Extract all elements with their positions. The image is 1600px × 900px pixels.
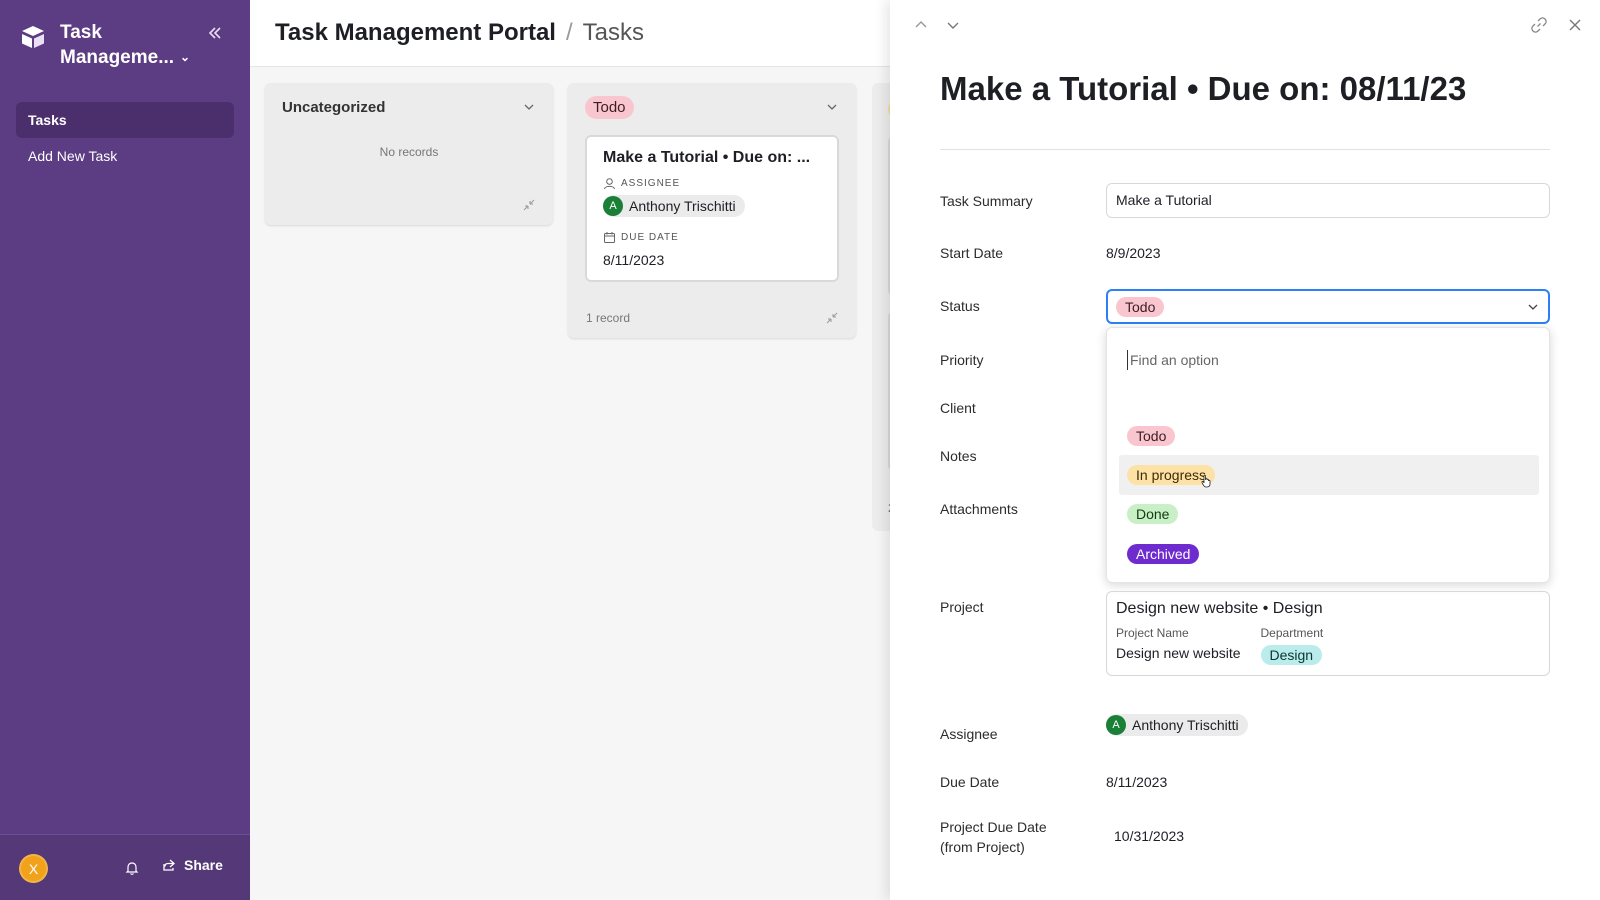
option-pill: Todo — [1127, 426, 1176, 446]
chevron-down-icon[interactable] — [826, 101, 838, 113]
record-count: 1 record — [586, 311, 631, 325]
app-logo-icon — [22, 26, 44, 48]
assignee-chip[interactable]: A Anthony Trischitti — [1106, 714, 1248, 736]
card-title: Make a Tutorial • Due on: ... — [603, 149, 811, 166]
share-icon — [163, 859, 175, 871]
project-title: Design new website • Design — [1116, 600, 1323, 617]
status-selected-pill: Todo — [1116, 296, 1165, 317]
app-name-line1: Task — [60, 22, 102, 43]
record-title: Make a Tutorial • Due on: 08/11/23 — [940, 70, 1467, 107]
assignee-chip: A Anthony Trischitti — [603, 195, 745, 217]
chevron-down-icon[interactable] — [523, 101, 535, 113]
divider — [940, 149, 1550, 150]
column-header: Todo — [568, 83, 856, 131]
option-search-input[interactable] — [1127, 350, 1527, 370]
share-button[interactable]: Share — [162, 857, 223, 873]
user-avatar[interactable]: X — [19, 854, 48, 883]
option-done[interactable]: Done — [1119, 494, 1539, 534]
option-in-progress[interactable]: In progress — [1119, 455, 1539, 495]
assignee-avatar: A — [603, 196, 623, 216]
due-date-label-text: DUE DATE — [621, 232, 679, 243]
sidebar-footer: X Share — [0, 834, 250, 900]
task-summary-input[interactable]: Make a Tutorial — [1106, 183, 1550, 218]
share-label: Share — [184, 857, 223, 873]
chevron-down-icon — [1528, 304, 1538, 310]
project-name-label: Project Name — [1116, 626, 1189, 640]
option-pill-label: In progress — [1136, 467, 1207, 483]
start-date-value[interactable]: 8/9/2023 — [1106, 245, 1161, 261]
due-date-label: Due Date — [940, 774, 1000, 790]
breadcrumb-page: Tasks — [582, 19, 644, 46]
task-card[interactable]: Make a Tutorial • Due on: ... ASSIGNEE A… — [585, 135, 839, 282]
status-dropdown: Todo In progress Done Archived — [1106, 327, 1550, 583]
chevron-down-icon: ⌄ — [180, 50, 191, 65]
sidebar: Task Manageme... ⌄ Tasks Add New Task X S… — [0, 0, 250, 900]
sidebar-item-add-new-task[interactable]: Add New Task — [16, 138, 234, 174]
status-select[interactable]: Todo — [1106, 289, 1550, 324]
start-date-label: Start Date — [940, 245, 1004, 261]
column-footer: 1 record — [568, 298, 856, 338]
app-switcher[interactable]: Task Manageme... ⌄ — [20, 20, 190, 70]
breadcrumb-separator: / — [565, 19, 573, 46]
bell-icon[interactable] — [124, 860, 140, 876]
assignee-label: Assignee — [940, 726, 998, 742]
column-title: Uncategorized — [282, 98, 386, 116]
option-archived[interactable]: Archived — [1119, 534, 1539, 574]
app-name-line2: Manageme... — [60, 47, 175, 68]
client-label: Client — [940, 400, 976, 416]
department-label: Department — [1260, 626, 1324, 640]
due-date-label: DUE DATE — [603, 231, 821, 244]
column-title: Todo — [585, 95, 634, 119]
project-due-date-value: 10/31/2023 — [1114, 828, 1185, 844]
department-field: Department Design — [1260, 626, 1324, 665]
board-column-uncategorized: Uncategorized No records — [265, 83, 553, 225]
task-summary-label: Task Summary — [940, 193, 1033, 209]
project-fields: Project Name Design new website Departme… — [1116, 626, 1540, 665]
attachments-label: Attachments — [940, 501, 1018, 517]
due-date-value[interactable]: 8/11/2023 — [1106, 774, 1167, 790]
calendar-icon — [604, 232, 615, 243]
cursor-hand-icon — [1201, 474, 1211, 488]
sidebar-nav: Tasks Add New Task — [16, 102, 234, 174]
priority-label: Priority — [940, 352, 984, 368]
chevron-down-icon[interactable] — [944, 16, 962, 34]
empty-state: No records — [379, 145, 439, 159]
project-label: Project — [940, 599, 984, 615]
assignee-avatar: A — [1106, 715, 1126, 735]
project-name-value: Design new website — [1116, 645, 1241, 661]
notes-label: Notes — [940, 448, 977, 464]
project-name-field: Project Name Design new website — [1116, 626, 1241, 665]
department-pill: Design — [1260, 645, 1323, 665]
assignee-label-text: ASSIGNEE — [621, 178, 681, 189]
breadcrumb: Task Management Portal / Tasks — [250, 0, 890, 67]
option-todo[interactable]: Todo — [1119, 416, 1539, 456]
collapse-sidebar-icon[interactable] — [206, 24, 228, 46]
column-header: Uncategorized — [265, 83, 553, 131]
linked-project-card[interactable]: Design new website • Design Project Name… — [1106, 591, 1550, 676]
option-pill: Archived — [1127, 544, 1200, 564]
status-label: Status — [940, 298, 980, 314]
option-pill: Done — [1127, 504, 1179, 524]
main-area: Task Management Portal / Tasks Uncategor… — [250, 0, 908, 900]
assignee-name: Anthony Trischitti — [1132, 717, 1239, 733]
project-due-date-label: Project Due Date (from Project) — [940, 817, 1047, 857]
breadcrumb-portal[interactable]: Task Management Portal — [275, 19, 556, 47]
sidebar-item-tasks[interactable]: Tasks — [16, 102, 234, 138]
collapse-icon[interactable] — [523, 199, 535, 211]
person-icon — [604, 178, 615, 190]
close-icon[interactable] — [1566, 16, 1584, 34]
chevron-up-icon[interactable] — [912, 16, 930, 34]
assignee-label: ASSIGNEE — [603, 177, 821, 190]
board-column-todo: Todo Make a Tutorial • Due on: ... ASSIG… — [568, 83, 856, 338]
assignee-name: Anthony Trischitti — [629, 198, 736, 214]
due-date-value: 8/11/2023 — [603, 252, 665, 268]
app-name: Task Manageme... ⌄ — [60, 20, 190, 70]
link-icon[interactable] — [1530, 16, 1548, 34]
project-due-date-label-line2: (from Project) — [940, 839, 1025, 855]
record-detail-panel: Make a Tutorial • Due on: 08/11/23 Task … — [890, 0, 1600, 900]
collapse-icon[interactable] — [826, 312, 838, 324]
column-footer — [265, 185, 553, 225]
project-due-date-label-line1: Project Due Date — [940, 819, 1047, 835]
